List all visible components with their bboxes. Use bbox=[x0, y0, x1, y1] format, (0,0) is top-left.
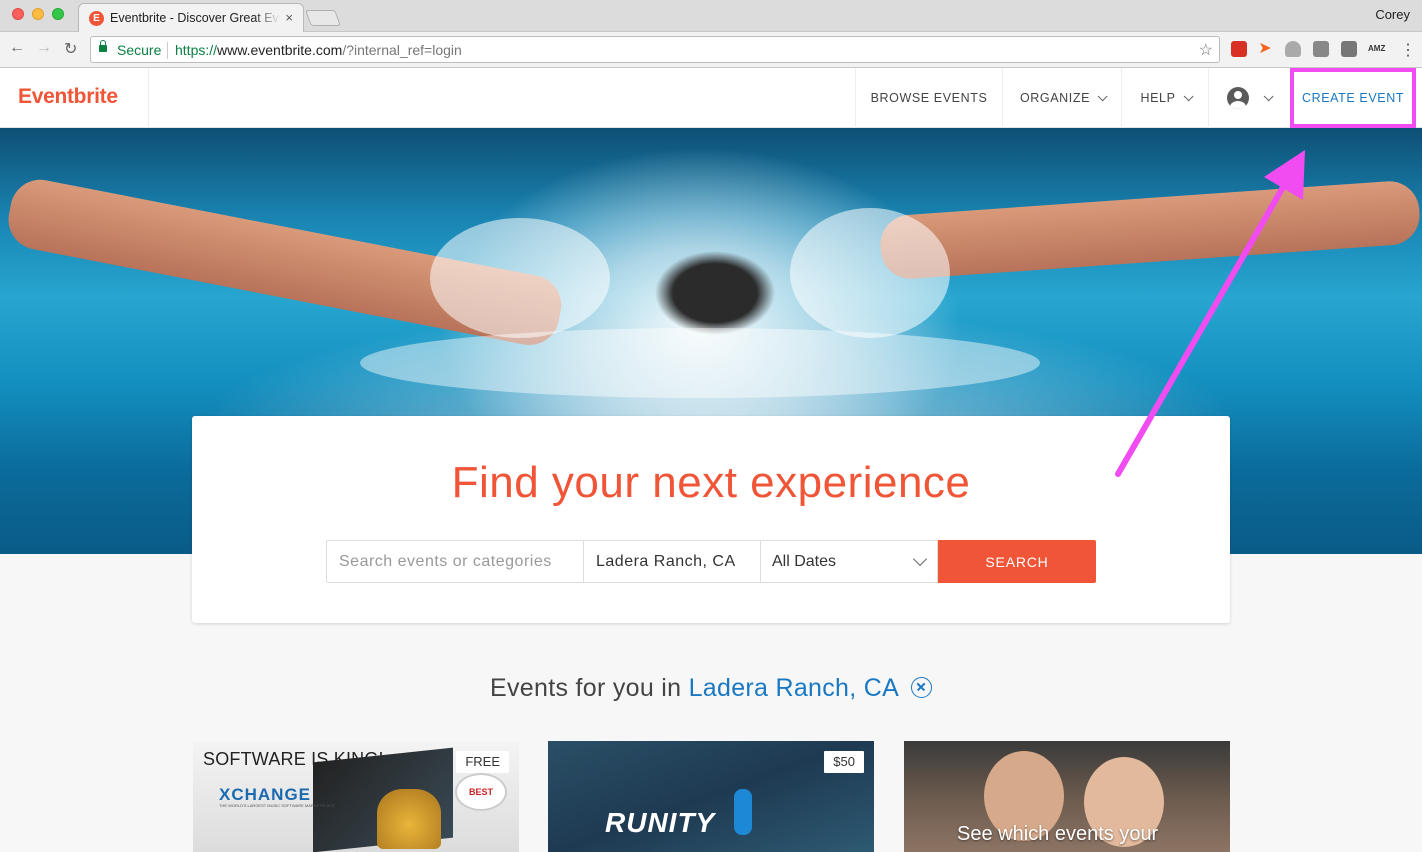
date-select[interactable]: All Dates bbox=[760, 540, 938, 583]
price-badge: FREE bbox=[456, 751, 509, 773]
extension-cloud-icon[interactable] bbox=[1285, 41, 1301, 57]
water-splash bbox=[430, 218, 610, 338]
browser-toolbar: ← → ↻ Secure https://www.eventbrite.com/… bbox=[0, 32, 1422, 68]
eventbrite-logo[interactable]: Eventbrite bbox=[18, 85, 118, 109]
forward-arrow-icon[interactable]: → bbox=[36, 39, 52, 57]
secure-label: Secure bbox=[117, 42, 162, 58]
event-card-overlay-text: See which events your bbox=[957, 823, 1159, 845]
address-bar[interactable]: Secure https://www.eventbrite.com/?inter… bbox=[90, 36, 1220, 63]
browser-tab[interactable]: E Eventbrite - Discover Great Events × bbox=[78, 3, 304, 33]
water-splash bbox=[790, 208, 950, 338]
extension-square-icon[interactable] bbox=[1341, 41, 1357, 57]
maximize-window-button[interactable] bbox=[52, 8, 64, 20]
extension-camera-icon[interactable] bbox=[1313, 41, 1329, 57]
header-divider bbox=[148, 68, 149, 128]
create-event-label: CREATE EVENT bbox=[1301, 91, 1405, 105]
close-window-button[interactable] bbox=[12, 8, 24, 20]
events-location-link[interactable]: Ladera Ranch, CA bbox=[689, 674, 898, 702]
events-heading-prefix: Events for you in bbox=[490, 674, 682, 702]
url-text[interactable]: https://www.eventbrite.com/?internal_ref… bbox=[175, 42, 462, 58]
event-card[interactable]: See which events your bbox=[904, 741, 1230, 852]
extension-amz-icon[interactable]: AMZ bbox=[1368, 41, 1385, 57]
hero-headline: Find your next experience bbox=[451, 458, 971, 507]
chevron-down-icon bbox=[1097, 90, 1108, 101]
nav-help[interactable]: HELP bbox=[1121, 68, 1208, 128]
water-splash bbox=[360, 328, 1040, 398]
event-card-brand: XCHANGE bbox=[219, 785, 312, 804]
nav-account-menu[interactable] bbox=[1208, 68, 1288, 128]
event-card-tagline: THE WORLD'S LARGEST MUSIC SOFTWARE MARKE… bbox=[219, 803, 335, 808]
browser-menu-icon[interactable]: ⋮ bbox=[1400, 40, 1416, 60]
search-card: Find your next experience All Dates SEAR… bbox=[192, 416, 1230, 623]
browser-profile-name[interactable]: Corey bbox=[1375, 7, 1410, 22]
extension-orange-icon[interactable]: ➤ bbox=[1257, 41, 1273, 57]
events-for-you-heading: Events for you in Ladera Ranch, CA bbox=[0, 674, 1422, 703]
create-event-button[interactable]: CREATE EVENT bbox=[1290, 68, 1416, 128]
minimize-window-button[interactable] bbox=[32, 8, 44, 20]
event-card-brand: RUNITY bbox=[605, 807, 716, 838]
location-input[interactable] bbox=[583, 540, 761, 583]
nav-organize-label: ORGANIZE bbox=[1019, 91, 1091, 105]
url-path: /?internal_ref=login bbox=[342, 42, 462, 58]
nav-browse-events[interactable]: BROWSE EVENTS bbox=[855, 68, 1002, 128]
eventbrite-favicon-icon: E bbox=[89, 11, 104, 26]
browser-tab-bar: E Eventbrite - Discover Great Events × C… bbox=[0, 0, 1422, 33]
nav-organize[interactable]: ORGANIZE bbox=[1002, 68, 1121, 128]
url-scheme: https:// bbox=[175, 42, 218, 58]
tab-title: Eventbrite - Discover Great Events bbox=[110, 11, 280, 25]
url-host: www.eventbrite.com bbox=[217, 42, 343, 58]
chevron-down-icon bbox=[912, 551, 928, 567]
lock-icon bbox=[99, 40, 107, 54]
search-input[interactable] bbox=[326, 540, 584, 583]
chevron-down-icon bbox=[1183, 90, 1194, 101]
back-arrow-icon[interactable]: ← bbox=[9, 39, 25, 57]
price-badge: $50 bbox=[824, 751, 864, 773]
chevron-down-icon bbox=[1263, 90, 1274, 101]
date-select-value: All Dates bbox=[772, 552, 837, 570]
omnibox-divider bbox=[167, 42, 168, 59]
award-badge: BEST bbox=[455, 773, 507, 811]
runner-image bbox=[734, 789, 752, 835]
swimmer-right-arm bbox=[878, 179, 1422, 281]
site-header: Eventbrite BROWSE EVENTS ORGANIZE HELP C… bbox=[0, 68, 1422, 128]
page-root: E Eventbrite - Discover Great Events × C… bbox=[0, 0, 1422, 852]
new-tab-button[interactable] bbox=[305, 10, 341, 26]
crown-image bbox=[377, 789, 441, 849]
search-button[interactable]: SEARCH bbox=[938, 540, 1096, 583]
tab-close-icon[interactable]: × bbox=[285, 10, 293, 25]
clear-circle-icon[interactable] bbox=[910, 676, 932, 698]
nav-browse-events-label: BROWSE EVENTS bbox=[870, 91, 988, 105]
nav-help-label: HELP bbox=[1140, 91, 1176, 105]
bookmark-star-icon[interactable]: ☆ bbox=[1199, 40, 1213, 60]
user-avatar-icon bbox=[1227, 87, 1249, 109]
event-card[interactable]: RUNITY $50 bbox=[548, 741, 874, 852]
extension-red-icon[interactable] bbox=[1231, 41, 1247, 57]
event-card[interactable]: SOFTWARE IS KING! XCHANGE THE WORLD'S LA… bbox=[193, 741, 519, 852]
reload-icon[interactable]: ↻ bbox=[64, 39, 77, 59]
